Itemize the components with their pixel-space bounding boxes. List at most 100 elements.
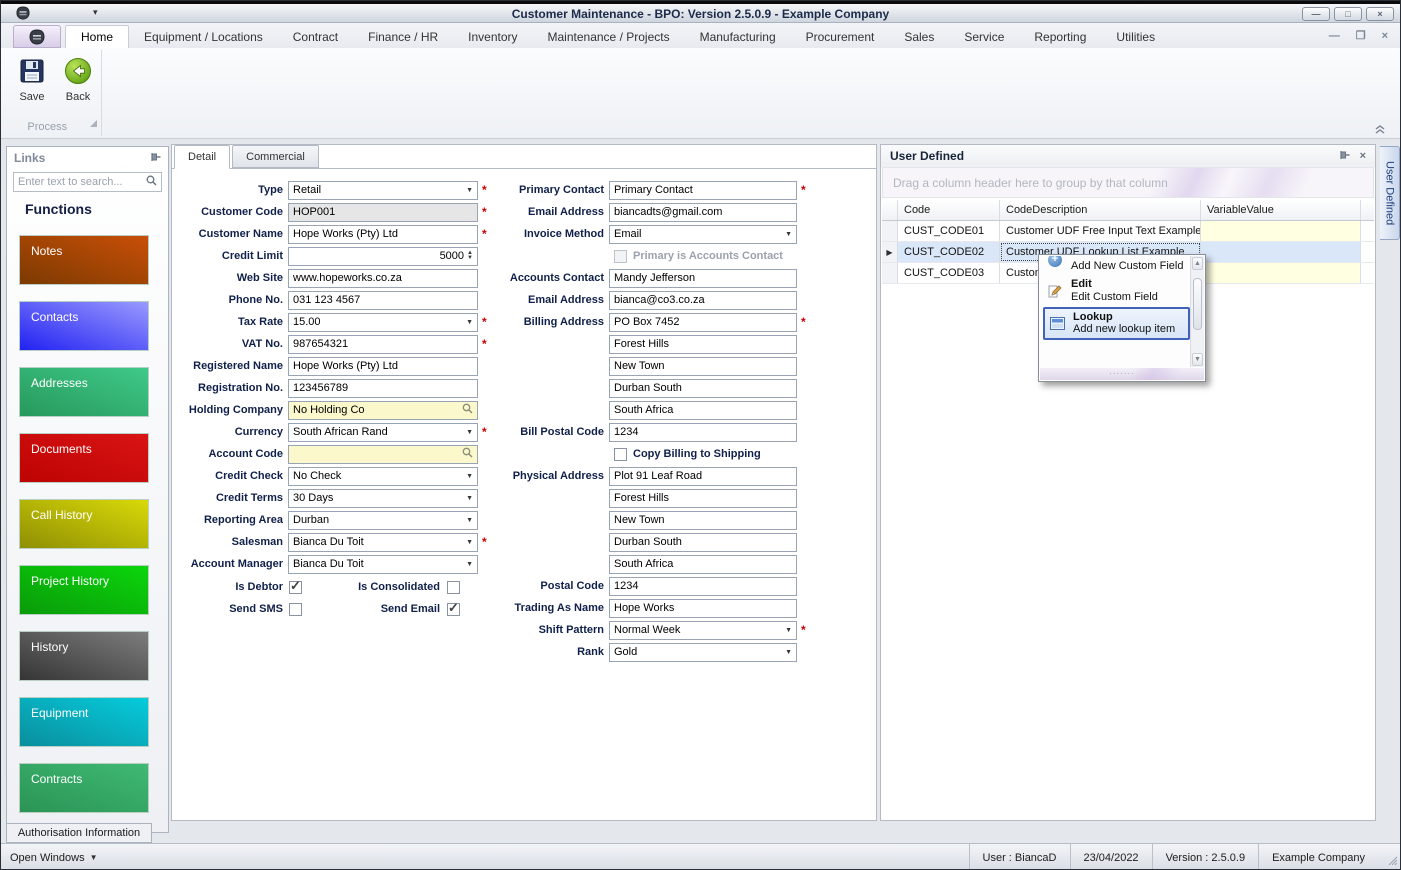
registered-name-field[interactable]: Hope Works (Pty) Ltd <box>288 357 478 376</box>
cell-code[interactable]: CUST_CODE02 <box>898 242 1000 262</box>
currency-select[interactable]: South African Rand▼ <box>288 423 478 442</box>
magnifier-icon[interactable] <box>462 403 473 417</box>
back-button[interactable]: Back <box>57 56 99 103</box>
function-button-contacts[interactable]: Contacts <box>19 301 149 351</box>
ribbon-tab-service[interactable]: Service <box>949 25 1019 48</box>
send-sms-checkbox[interactable] <box>289 603 302 616</box>
is-consolidated-checkbox[interactable] <box>447 581 460 594</box>
child-restore-button[interactable]: ❐ <box>1356 29 1366 42</box>
physical-address-field[interactable]: Plot 91 Leaf Road <box>609 467 797 486</box>
scroll-up-icon[interactable]: ▲ <box>1192 257 1203 270</box>
ribbon-collapse-button[interactable] <box>1372 123 1388 135</box>
web-site-field[interactable]: www.hopeworks.co.za <box>288 269 478 288</box>
pin-icon[interactable] <box>1340 150 1350 163</box>
application-menu-button[interactable] <box>13 25 61 48</box>
primary-contact-field[interactable]: Primary Contact <box>609 181 797 200</box>
function-button-call-history[interactable]: Call History <box>19 499 149 549</box>
cell-variable-value[interactable] <box>1201 242 1361 262</box>
pin-icon[interactable] <box>151 151 161 165</box>
child-close-button[interactable]: × <box>1382 30 1388 42</box>
cell-code[interactable]: CUST_CODE03 <box>898 263 1000 283</box>
table-row[interactable]: CUST_CODE01Customer UDF Free Input Text … <box>882 221 1374 242</box>
account-code-lookup-field[interactable] <box>288 445 478 464</box>
save-button[interactable]: Save <box>11 56 53 103</box>
cell-code[interactable]: CUST_CODE01 <box>898 221 1000 241</box>
ribbon-tab-contract[interactable]: Contract <box>278 25 353 48</box>
tax-rate-select[interactable]: 15.00▼ <box>288 313 478 332</box>
resize-grip-icon[interactable] <box>1387 855 1397 868</box>
type-select[interactable]: Retail▼ <box>288 181 478 200</box>
phone-no-field[interactable]: 031 123 4567 <box>288 291 478 310</box>
trading-as-name-field[interactable]: Hope Works <box>609 599 797 618</box>
ribbon-tab-procurement[interactable]: Procurement <box>791 25 890 48</box>
account-manager-select[interactable]: Bianca Du Toit▼ <box>288 555 478 574</box>
group-dialog-launcher-icon[interactable] <box>90 114 97 132</box>
search-input[interactable] <box>18 176 146 188</box>
menu-item-lookup[interactable]: LookupAdd new lookup item <box>1043 307 1190 340</box>
function-button-notes[interactable]: Notes <box>19 235 149 285</box>
address-line-field[interactable]: Forest Hills <box>609 335 797 354</box>
maximize-button[interactable]: □ <box>1334 7 1362 21</box>
menu-item-udf[interactable]: +UDFAdd New Custom Field <box>1043 256 1190 275</box>
scrollbar-thumb[interactable] <box>1193 278 1202 330</box>
salesman-select[interactable]: Bianca Du Toit▼ <box>288 533 478 552</box>
registration-no-field[interactable]: 123456789 <box>288 379 478 398</box>
ribbon-tab-sales[interactable]: Sales <box>889 25 949 48</box>
spin-down-icon[interactable]: ▼ <box>467 256 473 261</box>
invoice-method-select[interactable]: Email▼ <box>609 225 797 244</box>
send-email-checkbox[interactable]: ✓ <box>447 603 460 616</box>
function-button-contracts[interactable]: Contracts <box>19 763 149 813</box>
rank-select[interactable]: Gold▼ <box>609 643 797 662</box>
ribbon-tab-home[interactable]: Home <box>65 25 129 48</box>
address-line-field[interactable]: South Africa <box>609 401 797 420</box>
tab-detail[interactable]: Detail <box>174 145 230 169</box>
ribbon-tab-reporting[interactable]: Reporting <box>1019 25 1101 48</box>
primary-is-accounts-contact-checkbox[interactable] <box>614 250 627 263</box>
vat-no-field[interactable]: 987654321 <box>288 335 478 354</box>
holding-company-lookup-field[interactable]: No Holding Co <box>288 401 478 420</box>
accounts-contact-field[interactable]: Mandy Jefferson <box>609 269 797 288</box>
ribbon-tab-utilities[interactable]: Utilities <box>1101 25 1170 48</box>
function-button-equipment[interactable]: Equipment <box>19 697 149 747</box>
customer-name-field[interactable]: Hope Works (Pty) Ltd <box>288 225 478 244</box>
postal-code-field[interactable]: 1234 <box>609 577 797 596</box>
billing-address-field[interactable]: PO Box 7452 <box>609 313 797 332</box>
address-line-field[interactable]: Durban South <box>609 379 797 398</box>
address-line-field[interactable]: New Town <box>609 357 797 376</box>
tab-commercial[interactable]: Commercial <box>232 145 319 168</box>
credit-check-select[interactable]: No Check▼ <box>288 467 478 486</box>
side-tab-user-defined[interactable]: User Defined <box>1380 146 1400 240</box>
address-line-field[interactable]: New Town <box>609 511 797 530</box>
address-line-field[interactable]: Durban South <box>609 533 797 552</box>
menu-item-edit[interactable]: EditEdit Custom Field <box>1043 275 1190 306</box>
copy-billing-to-shipping-checkbox[interactable] <box>614 448 627 461</box>
cell-variable-value[interactable] <box>1201 221 1361 241</box>
menu-resize-grip[interactable]: ······· <box>1040 368 1204 380</box>
search-icon[interactable] <box>146 173 157 191</box>
tab-authorisation-information[interactable]: Authorisation Information <box>6 823 152 843</box>
ribbon-tab-inventory[interactable]: Inventory <box>453 25 532 48</box>
minimize-button[interactable]: — <box>1302 7 1330 21</box>
function-button-history[interactable]: History <box>19 631 149 681</box>
column-header-variablevalue[interactable]: VariableValue <box>1201 200 1361 220</box>
shift-pattern-select[interactable]: Normal Week▼ <box>609 621 797 640</box>
menu-scrollbar[interactable]: ▲ ▼ <box>1190 256 1204 367</box>
function-button-addresses[interactable]: Addresses <box>19 367 149 417</box>
column-header-codedescription[interactable]: CodeDescription <box>1000 200 1201 220</box>
email-address-field[interactable]: bianca@co3.co.za <box>609 291 797 310</box>
close-button[interactable]: × <box>1366 7 1394 21</box>
reporting-area-select[interactable]: Durban▼ <box>288 511 478 530</box>
credit-terms-select[interactable]: 30 Days▼ <box>288 489 478 508</box>
customer-code-field[interactable]: HOP001 <box>288 203 478 222</box>
column-header-code[interactable]: Code <box>898 200 1000 220</box>
close-panel-icon[interactable]: × <box>1360 150 1366 162</box>
bill-postal-code-field[interactable]: 1234 <box>609 423 797 442</box>
scroll-down-icon[interactable]: ▼ <box>1192 353 1203 366</box>
address-line-field[interactable]: Forest Hills <box>609 489 797 508</box>
group-by-box[interactable]: Drag a column header here to group by th… <box>882 167 1374 198</box>
ribbon-tab-manufacturing[interactable]: Manufacturing <box>685 25 791 48</box>
ribbon-tab-equipment-locations[interactable]: Equipment / Locations <box>129 25 278 48</box>
child-minimize-button[interactable]: — <box>1329 30 1340 42</box>
magnifier-icon[interactable] <box>462 447 473 461</box>
email-address-field[interactable]: biancadts@gmail.com <box>609 203 797 222</box>
